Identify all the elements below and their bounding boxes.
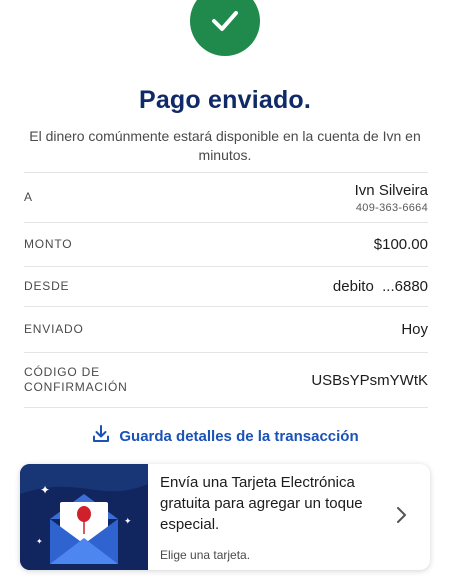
chevron-right-icon xyxy=(397,507,406,523)
ecard-text: Envía una Tarjeta Electrónica gratuita p… xyxy=(160,474,363,533)
ecard-body: Envía una Tarjeta Electrónica gratuita p… xyxy=(148,464,430,570)
save-details-label: Guarda detalles de la transacción xyxy=(119,428,359,445)
detail-row-from: DESDE debito ...6880 xyxy=(24,266,428,306)
page-title: Pago enviado. xyxy=(138,86,312,114)
svg-text:✦: ✦ xyxy=(36,537,43,546)
success-check-icon xyxy=(190,0,260,56)
svg-text:✦: ✦ xyxy=(40,483,50,497)
detail-row-confirmation: CÓDIGO DE CONFIRMACIÓN USBsYPsmYWtK xyxy=(24,352,428,408)
confirmation-label: CÓDIGO DE CONFIRMACIÓN xyxy=(24,365,128,394)
save-details-button[interactable]: Guarda detalles de la transacción xyxy=(0,424,450,449)
recipient-name: Ivn Silveira xyxy=(354,181,428,199)
confirmation-value: USBsYPsmYWtK xyxy=(311,371,428,389)
download-icon xyxy=(91,424,111,449)
recipient-phone: 409-363-6664 xyxy=(355,201,428,214)
detail-row-recipient: A Ivn Silveira 409-363-6664 xyxy=(24,172,428,222)
ecard-link[interactable]: Elige una tarjeta. xyxy=(160,548,250,562)
from-label: DESDE xyxy=(24,279,70,293)
svg-text:✦: ✦ xyxy=(124,517,132,527)
sent-label: ENVIADO xyxy=(24,322,84,336)
sent-value: Hoy xyxy=(401,321,428,338)
detail-row-sent: ENVIADO Hoy xyxy=(24,306,428,352)
recipient-label: A xyxy=(24,190,33,204)
detail-row-amount: MONTO $100.00 xyxy=(24,222,428,266)
amount-value: $100.00 xyxy=(373,236,428,253)
envelope-illustration: ✦ ✦ ✦ xyxy=(20,464,148,570)
page-subtitle: El dinero comúnmente estará disponible e… xyxy=(29,128,421,163)
transaction-details: A Ivn Silveira 409-363-6664 MONTO $100.0… xyxy=(24,172,428,408)
from-value: debito ...6880 xyxy=(332,278,428,295)
amount-label: MONTO xyxy=(24,237,73,251)
ecard-promo[interactable]: ✦ ✦ ✦ Envía una Tarjeta Electrónica grat… xyxy=(20,464,430,570)
